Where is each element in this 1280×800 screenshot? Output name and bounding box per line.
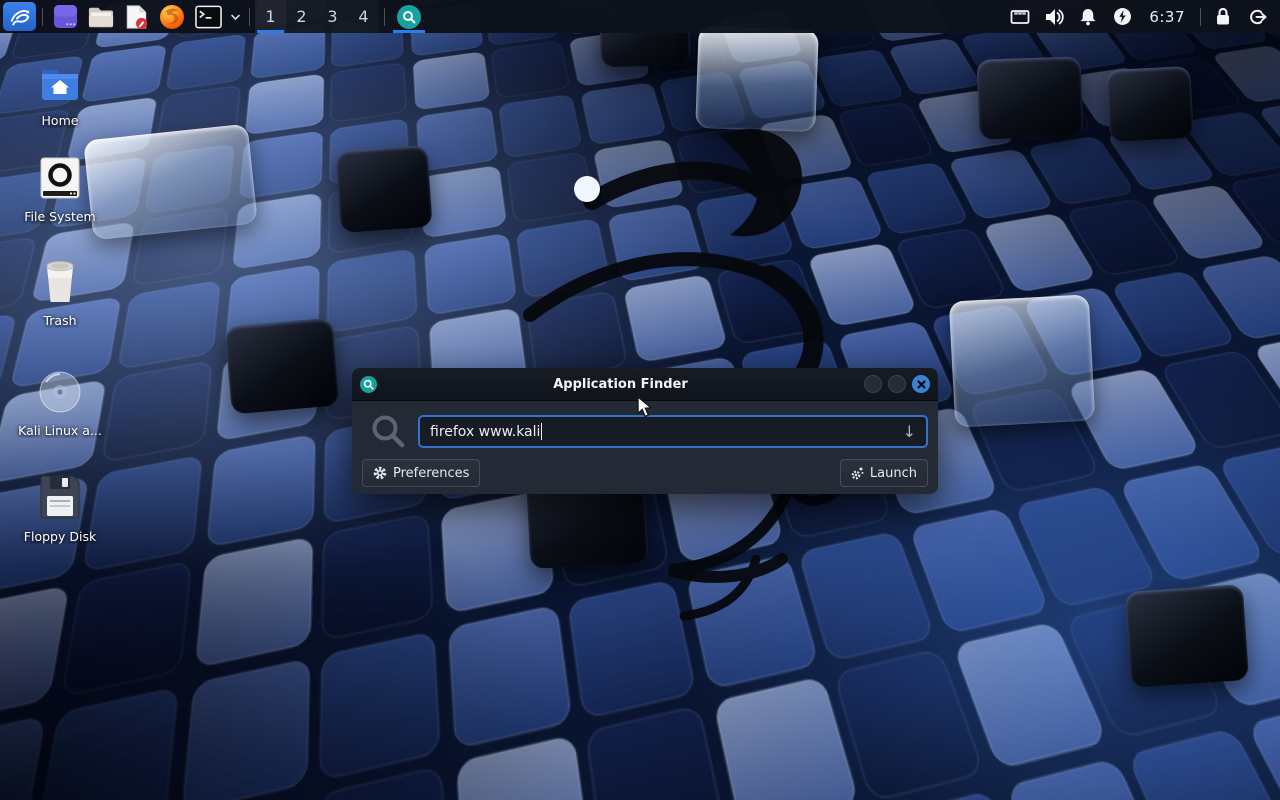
volume-icon	[1044, 8, 1064, 26]
desktop-icon-home[interactable]: Home	[12, 58, 108, 128]
optical-disc-icon	[12, 368, 108, 414]
search-glyph-icon	[370, 413, 406, 449]
app-finder-window-icon	[360, 376, 377, 393]
logout-icon	[1248, 8, 1267, 26]
panel-separator	[384, 8, 385, 26]
panel-right: 6:37	[1003, 0, 1280, 33]
desktop-icon-label: Kali Linux a...	[12, 424, 108, 438]
desktop-icon-label: File System	[12, 210, 108, 224]
network-tray-button[interactable]	[1003, 2, 1037, 31]
bell-icon	[1079, 8, 1097, 26]
desktop-icon-label: Trash	[12, 314, 108, 328]
workspace-1-button[interactable]: 1	[255, 0, 286, 33]
desktop-icon-trash[interactable]: Trash	[12, 258, 108, 328]
launch-label: Launch	[870, 466, 917, 481]
notifications-tray-button[interactable]	[1071, 2, 1105, 31]
hard-drive-icon	[12, 154, 108, 200]
panel-separator	[1200, 8, 1201, 26]
window-title: Application Finder	[377, 377, 864, 392]
launcher-purple-app-button[interactable]	[49, 2, 82, 31]
home-folder-icon	[12, 58, 108, 104]
text-caret	[541, 423, 542, 440]
workspace-number: 3	[327, 7, 337, 26]
kali-menu-button[interactable]	[3, 2, 36, 31]
window-controls	[864, 375, 930, 393]
kali-logo-icon	[8, 5, 32, 29]
logout-button[interactable]	[1240, 2, 1274, 31]
panel-separator	[42, 8, 43, 26]
preferences-label: Preferences	[393, 466, 469, 481]
app-finder-taskbar-button[interactable]	[391, 0, 427, 33]
volume-tray-button[interactable]	[1037, 2, 1071, 31]
search-icon	[397, 5, 421, 29]
lock-screen-button[interactable]	[1206, 2, 1240, 31]
glass-cube	[83, 124, 258, 241]
workspace-number: 1	[265, 7, 275, 26]
close-button[interactable]	[912, 375, 930, 393]
finder-button-row: Preferences Launch	[352, 459, 938, 487]
panel-separator	[249, 8, 250, 26]
glass-cube	[949, 294, 1095, 427]
purple-window-icon	[53, 4, 78, 29]
text-editor-icon	[124, 4, 149, 30]
mouse-cursor	[637, 396, 657, 418]
minimize-button[interactable]	[864, 375, 882, 393]
terminal-dropdown-button[interactable]	[228, 2, 243, 31]
preferences-button[interactable]: Preferences	[362, 459, 480, 487]
desktop: Home File System Trash	[0, 0, 1280, 800]
maximize-button[interactable]	[888, 375, 906, 393]
launcher-firefox-button[interactable]	[155, 2, 189, 31]
desktop-icon-label: Floppy Disk	[12, 530, 108, 544]
file-manager-icon	[88, 5, 114, 29]
top-panel: 1 2 3 4	[0, 0, 1280, 33]
network-icon	[1010, 9, 1030, 25]
black-cube	[335, 145, 432, 233]
workspace-4-button[interactable]: 4	[348, 0, 379, 33]
workspace-number: 2	[296, 7, 306, 26]
panel-left: 1 2 3 4	[0, 0, 428, 33]
panel-clock[interactable]: 6:37	[1139, 8, 1195, 26]
launcher-terminal-button[interactable]	[191, 2, 226, 31]
chevron-down-icon	[230, 13, 241, 21]
application-finder-window: Application Finder firefox www.kali ↓	[352, 368, 938, 494]
gear-icon	[373, 466, 387, 480]
black-cube	[224, 317, 339, 414]
black-cube	[977, 56, 1084, 140]
power-manager-tray-button[interactable]	[1105, 2, 1139, 31]
launch-button[interactable]: Launch	[840, 459, 928, 487]
desktop-icon-label: Home	[12, 114, 108, 128]
search-input[interactable]: firefox www.kali ↓	[418, 415, 928, 448]
launcher-file-manager-button[interactable]	[84, 2, 118, 31]
black-cube	[1106, 66, 1194, 142]
lock-icon	[1214, 7, 1232, 26]
close-icon	[917, 380, 926, 389]
kali-dragon-logo	[470, 105, 910, 625]
desktop-icon-file-system[interactable]: File System	[12, 154, 108, 224]
black-cube	[1125, 584, 1249, 688]
dropdown-arrow-icon[interactable]: ↓	[903, 422, 916, 441]
workspace-2-button[interactable]: 2	[286, 0, 317, 33]
terminal-icon	[195, 5, 222, 29]
desktop-icon-kali-cd[interactable]: Kali Linux a...	[12, 368, 108, 438]
run-gears-icon	[851, 466, 864, 480]
search-query-text: firefox www.kali	[430, 424, 540, 440]
floppy-disk-icon	[12, 474, 108, 520]
battery-bolt-icon	[1113, 7, 1132, 26]
workspace-number: 4	[358, 7, 368, 26]
desktop-icon-floppy-disk[interactable]: Floppy Disk	[12, 474, 108, 544]
trash-can-icon	[12, 258, 108, 304]
workspace-3-button[interactable]: 3	[317, 0, 348, 33]
glass-sphere	[574, 176, 600, 202]
firefox-icon	[159, 4, 185, 30]
launcher-text-editor-button[interactable]	[120, 2, 153, 31]
